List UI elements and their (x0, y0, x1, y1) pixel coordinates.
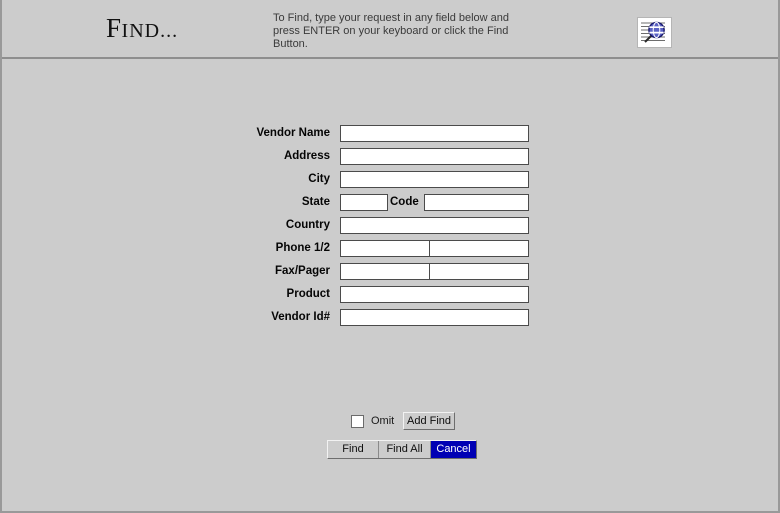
field-row-city: City (2, 171, 780, 189)
input-phone-2[interactable] (429, 240, 529, 257)
field-row-vendor-name: Vendor Name (2, 125, 780, 143)
label-vendor-id: Vendor Id# (271, 311, 330, 323)
input-vendor-id[interactable] (340, 309, 529, 326)
label-state: State (301, 196, 330, 208)
label-vendor-name: Vendor Name (256, 127, 331, 139)
page-title-initial: F (106, 13, 122, 43)
field-row-state-code: State Code (2, 194, 780, 212)
find-window: FIND... To Find, type your request in an… (0, 0, 780, 513)
label-city: City (308, 173, 330, 185)
field-row-fax-pager: Fax/Pager (2, 263, 780, 281)
instructions-text: To Find, type your request in any field … (273, 12, 510, 50)
label-code: Code (390, 196, 419, 208)
input-product[interactable] (340, 286, 529, 303)
label-address: Address (283, 150, 330, 162)
find-all-button[interactable]: Find All (378, 441, 430, 458)
cancel-button[interactable]: Cancel (430, 441, 476, 458)
input-vendor-name[interactable] (340, 125, 529, 142)
header-bar: FIND... To Find, type your request in an… (2, 0, 778, 59)
field-row-product: Product (2, 286, 780, 304)
input-phone-1[interactable] (340, 240, 430, 257)
input-fax[interactable] (340, 263, 430, 280)
label-fax-pager: Fax/Pager (275, 265, 330, 277)
input-pager[interactable] (429, 263, 529, 280)
page-title: FIND... (106, 15, 178, 42)
find-form: Vendor Name Address City State Code Coun… (2, 59, 778, 513)
input-address[interactable] (340, 148, 529, 165)
omit-label: Omit (371, 415, 395, 427)
label-phone: Phone 1/2 (275, 242, 330, 254)
omit-add-find-row: Omit Add Find (2, 412, 780, 434)
find-button[interactable]: Find (328, 441, 378, 458)
add-find-button[interactable]: Add Find (403, 412, 455, 430)
omit-checkbox[interactable] (351, 415, 364, 428)
find-magnifier-icon[interactable] (637, 17, 672, 48)
field-row-country: Country (2, 217, 780, 235)
input-state[interactable] (340, 194, 388, 211)
label-country: Country (285, 219, 330, 231)
find-button-bar: Find Find All Cancel (327, 440, 477, 459)
field-row-phone: Phone 1/2 (2, 240, 780, 258)
find-magnifier-icon-glyph (638, 18, 671, 47)
input-city[interactable] (340, 171, 529, 188)
field-row-address: Address (2, 148, 780, 166)
field-row-vendor-id: Vendor Id# (2, 309, 780, 327)
label-product: Product (286, 288, 330, 300)
page-title-rest: IND... (121, 20, 179, 42)
input-code[interactable] (424, 194, 529, 211)
input-country[interactable] (340, 217, 529, 234)
